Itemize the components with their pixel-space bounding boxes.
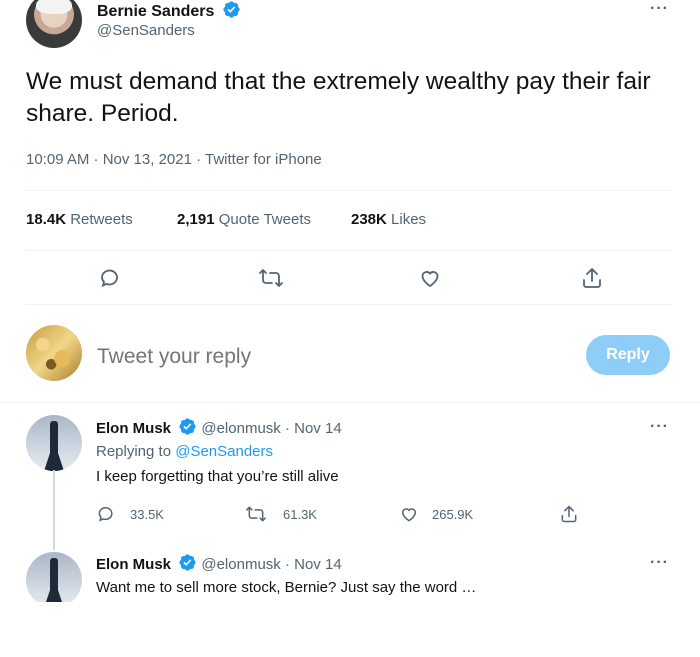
tweet-author[interactable]: Bernie Sanders — [97, 0, 241, 22]
replying-to-handle[interactable]: @SenSanders — [175, 443, 273, 460]
reply-icon[interactable] — [98, 266, 122, 290]
quote-tweets-stat[interactable]: 2,191 Quote Tweets — [177, 211, 311, 228]
retweets-stat[interactable]: 18.4K Retweets — [26, 211, 133, 228]
retweet-count: 61.3K — [283, 507, 317, 522]
quotes-label: Quote Tweets — [218, 211, 311, 228]
verified-badge-icon — [222, 0, 241, 19]
like-icon[interactable] — [418, 266, 442, 290]
likes-stat[interactable]: 238K Likes — [351, 211, 426, 228]
divider — [26, 190, 672, 191]
reply-count: 33.5K — [130, 507, 164, 522]
divider — [26, 250, 672, 251]
reply-header: Elon Musk @elonmusk · Nov 14 — [96, 553, 342, 575]
more-icon[interactable]: ··· — [650, 554, 669, 572]
reply-author-handle[interactable]: @elonmusk — [201, 556, 280, 573]
reply-author-name[interactable]: Elon Musk — [96, 556, 171, 573]
share-icon[interactable] — [580, 266, 604, 290]
replying-to-label: Replying to — [96, 443, 172, 460]
tweet-text: We must demand that the extremely wealth… — [26, 68, 651, 127]
replying-to: Replying to @SenSanders — [96, 443, 273, 460]
reply-input[interactable] — [97, 340, 557, 374]
verified-badge-icon — [178, 417, 197, 436]
reply-text: I keep forgetting that you’re still aliv… — [96, 468, 339, 485]
reply-author-name[interactable]: Elon Musk — [96, 420, 171, 437]
share-icon[interactable] — [559, 504, 579, 524]
more-icon[interactable]: ··· — [650, 0, 669, 18]
reply-text: Want me to sell more stock, Bernie? Just… — [96, 579, 477, 596]
reply-date[interactable]: · Nov 14 — [285, 420, 342, 437]
divider — [26, 304, 672, 305]
thread-line — [53, 470, 55, 550]
reply-author-handle[interactable]: @elonmusk — [201, 420, 280, 437]
tweet-timestamp[interactable]: 10:09 AM · Nov 13, 2021 · Twitter for iP… — [26, 151, 322, 168]
retweets-count: 18.4K — [26, 211, 67, 228]
elon-avatar[interactable] — [26, 415, 82, 471]
user-avatar[interactable] — [26, 325, 82, 381]
retweets-label: Retweets — [70, 211, 133, 228]
retweet-icon[interactable] — [245, 504, 267, 524]
verified-badge-icon — [178, 553, 197, 572]
reply-icon[interactable] — [96, 504, 116, 524]
like-icon[interactable] — [399, 504, 419, 524]
likes-count: 238K — [351, 211, 387, 228]
like-count: 265.9K — [432, 507, 474, 522]
elon-avatar[interactable] — [26, 552, 82, 602]
retweet-icon[interactable] — [258, 266, 284, 290]
author-name[interactable]: Bernie Sanders — [97, 3, 214, 20]
divider — [0, 402, 700, 403]
bernie-avatar[interactable] — [26, 0, 82, 48]
author-handle[interactable]: @SenSanders — [97, 22, 195, 39]
elon-avatar-wrapper — [26, 552, 82, 602]
quotes-count: 2,191 — [177, 211, 215, 228]
reply-header: Elon Musk @elonmusk · Nov 14 — [96, 417, 342, 439]
reply-date[interactable]: · Nov 14 — [285, 556, 342, 573]
likes-label: Likes — [391, 211, 427, 228]
more-icon[interactable]: ··· — [650, 418, 669, 436]
reply-button[interactable]: Reply — [586, 335, 670, 375]
